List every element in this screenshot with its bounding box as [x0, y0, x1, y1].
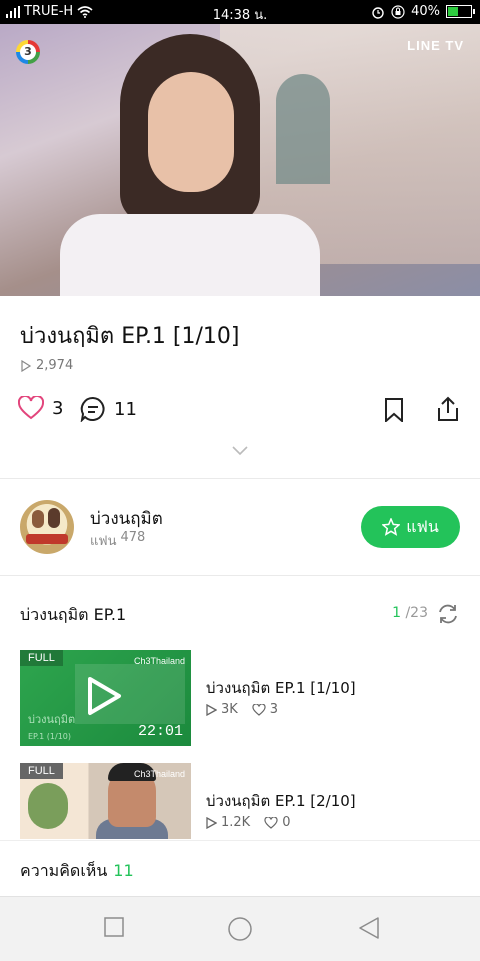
channel-name[interactable]: บ่วงนฤมิต [90, 505, 163, 532]
full-badge: FULL [20, 763, 63, 779]
battery-fill [448, 7, 458, 16]
episode-thumbnail[interactable]: FULL Ch3Thailand [20, 763, 191, 839]
comment-icon [80, 396, 105, 422]
playlist-total: /23 [405, 605, 428, 621]
play-icon [206, 703, 217, 716]
battery-percent: 40% [411, 4, 440, 19]
playlist-title: บ่วงนฤมิต EP.1 [20, 605, 127, 624]
view-count: 2,974 [20, 358, 73, 373]
comments-count: 11 [113, 861, 134, 880]
play-icon [21, 359, 32, 372]
episode-stats: 3K 3 [206, 702, 278, 717]
carrier-name: TRUE-H [24, 4, 74, 19]
like-button[interactable]: 3 [18, 396, 63, 420]
share-icon [438, 396, 458, 421]
comment-count: 11 [114, 398, 137, 420]
episode-duration: 22:01 [137, 723, 183, 740]
lock-icon [391, 4, 405, 19]
thumbnail-subcaption: EP.1 (1/10) [28, 732, 72, 741]
playlist-counter: 1 /23 [392, 605, 428, 621]
heart-icon [18, 396, 44, 420]
wifi-icon [77, 5, 93, 18]
bookmark-icon [385, 398, 403, 422]
back-nav-icon[interactable] [358, 917, 380, 939]
video-title: บ่วงนฤมิต EP.1 [1/10] [20, 324, 240, 349]
fans-count: 478 [120, 530, 146, 545]
view-count-value: 2,974 [36, 358, 74, 373]
video-person-face [148, 72, 234, 192]
home-nav-icon[interactable] [228, 917, 252, 941]
play-icon[interactable] [86, 676, 122, 716]
comments-label[interactable]: ความคิดเห็น 11 [20, 859, 134, 884]
status-left: TRUE-H [6, 4, 93, 19]
fan-button-label: แฟน [406, 518, 439, 536]
signal-icon [6, 5, 20, 18]
comments-bar[interactable]: ความคิดเห็น 11 [0, 840, 480, 897]
playlist-current: 1 [392, 605, 402, 621]
fan-button[interactable]: แฟน [361, 506, 460, 548]
episode-stats: 1.2K 0 [206, 815, 290, 830]
square-nav-icon[interactable] [104, 917, 124, 937]
alarm-icon [372, 6, 384, 19]
bookmark-button[interactable] [384, 398, 404, 422]
action-row: 3 11 [18, 396, 462, 426]
episode-title[interactable]: บ่วงนฤมิต EP.1 [1/10] [206, 676, 356, 700]
heart-icon [252, 703, 266, 716]
full-badge: FULL [20, 650, 63, 666]
video-person-body [60, 214, 320, 296]
thumbnail-caption: บ่วงนฤมิต [28, 713, 76, 726]
episode-item[interactable]: FULL Ch3Thailand บ่วงนฤมิต EP.1 [2/10] 1… [20, 763, 460, 839]
status-right: 40% [371, 4, 475, 19]
divider [0, 478, 480, 479]
battery-icon [446, 5, 475, 18]
star-icon [382, 518, 401, 536]
episode-views: 1.2K [221, 815, 251, 830]
comments-label-text: ความคิดเห็น [20, 861, 108, 880]
channel-avatar[interactable] [20, 500, 74, 554]
episode-item[interactable]: FULL Ch3Thailand บ่วงนฤมิต EP.1 (1/10) 2… [20, 650, 460, 746]
channel-mark: Ch3Thailand [133, 769, 185, 779]
video-window-shape [276, 74, 330, 184]
refresh-icon[interactable] [436, 602, 460, 626]
share-button[interactable] [436, 396, 460, 422]
video-player[interactable]: 3 LINE TV [0, 24, 480, 296]
like-count: 3 [52, 397, 64, 419]
heart-icon [264, 816, 278, 829]
episode-title[interactable]: บ่วงนฤมิต EP.1 [2/10] [206, 789, 356, 813]
divider [0, 575, 480, 576]
episode-likes: 0 [282, 815, 291, 830]
fans-label: แฟน [90, 534, 117, 549]
chevron-down-icon[interactable] [232, 446, 248, 456]
line-tv-logo: LINE TV [407, 38, 464, 53]
play-icon [206, 816, 217, 829]
comment-button[interactable]: 11 [80, 396, 137, 422]
system-nav-bar [0, 896, 480, 961]
status-bar: TRUE-H 14:38 น. 40% [0, 0, 480, 24]
channel-mark: Ch3Thailand [133, 656, 185, 666]
episode-likes: 3 [269, 702, 279, 717]
episode-thumbnail[interactable]: FULL Ch3Thailand บ่วงนฤมิต EP.1 (1/10) 2… [20, 650, 191, 746]
channel-3-logo: 3 [16, 40, 40, 64]
channel-fans: แฟน 478 [90, 530, 145, 551]
episode-views: 3K [221, 702, 238, 717]
